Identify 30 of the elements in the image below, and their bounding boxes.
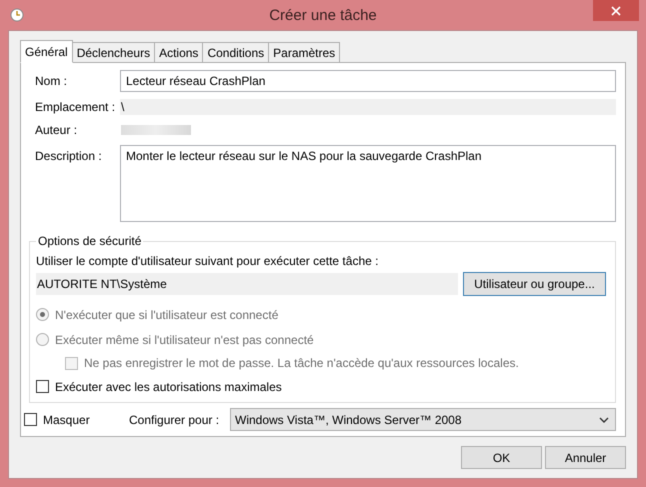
dialog-button[interactable]: OK <box>461 446 542 469</box>
field-label: Configurer pour : <box>129 412 220 426</box>
close-icon <box>611 6 621 16</box>
configure-dropdown[interactable]: Windows Vista™, Windows Server™ 2008 <box>230 408 616 431</box>
option-label: N'exécuter que si l'utilisateur est connecté <box>55 308 278 322</box>
location-field: \ <box>120 99 616 115</box>
group-title: Options de sécurité <box>37 234 142 248</box>
field-label: Emplacement : <box>35 100 116 114</box>
clock-icon <box>10 8 24 22</box>
option-label: Ne pas enregistrer le mot de passe. La tâche n'accède qu'aux ressources locales. <box>84 356 519 370</box>
blurred-author <box>121 125 191 135</box>
checkbox[interactable] <box>24 413 37 426</box>
tab[interactable]: Paramètres <box>268 42 340 62</box>
field-label: Nom : <box>35 74 68 88</box>
account-prompt: Utiliser le compte d'utilisateur suivant pour exécuter cette tâche : <box>36 254 380 268</box>
option-label: Exécuter même si l'utilisateur n'est pas connecté <box>55 332 314 346</box>
field-label: Description : <box>35 149 103 163</box>
option-label: Exécuter avec les autorisations maximales <box>55 380 282 394</box>
dialog-button[interactable]: Annuler <box>545 446 626 469</box>
window-title: Créer une tâche <box>269 6 377 24</box>
description-field[interactable]: Monter le lecteur réseau sur le NAS pour la sauvegarde CrashPlan <box>120 145 616 222</box>
account-field: AUTORITE NT\Système <box>36 273 458 295</box>
user-group-button[interactable]: Utilisateur ou groupe... <box>463 272 606 296</box>
tab[interactable]: Général <box>20 40 73 63</box>
name-field[interactable]: Lecteur réseau CrashPlan <box>120 70 616 92</box>
field-label: Auteur : <box>35 123 78 137</box>
chevron-down-icon <box>599 416 609 422</box>
option-label: Masquer <box>43 412 90 426</box>
close-button[interactable] <box>593 0 639 21</box>
checkbox[interactable] <box>36 380 49 393</box>
